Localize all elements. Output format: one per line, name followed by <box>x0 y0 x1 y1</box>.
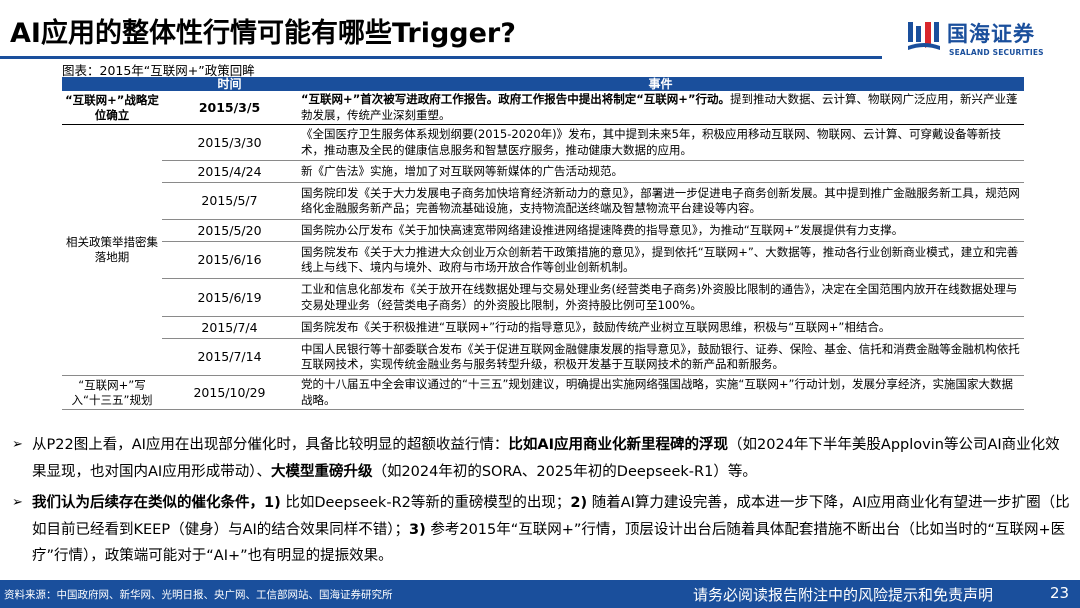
event-cell: 新《广告法》实施，增加了对互联网等新媒体的广告活动规范。 <box>297 160 1024 183</box>
category-cell: “互联网+”写入“十三五”规划 <box>62 375 162 410</box>
policy-table: 时间 事件 “互联网+”战略定位确立 2015/3/5 “互联网+”首次被写进政… <box>62 77 1024 410</box>
date-cell: 2015/5/7 <box>162 182 297 220</box>
page-title: AI应用的整体性行情可能有哪些Trigger? <box>10 18 516 49</box>
table-row: “互联网+”写入“十三五”规划 2015/10/29 党的十八届五中全会审议通过… <box>62 375 1024 410</box>
bullet-item: ➢ 从P22图上看，AI应用在出现部分催化时，具备比较明显的超额收益行情：比如A… <box>12 432 1072 485</box>
bullet-text: （如2024年初的SORA、2025年初的Deepseek-R1）等。 <box>372 463 757 480</box>
logo-text-cn: 国海证券 <box>947 22 1035 46</box>
bullet-arrow-icon: ➢ <box>12 495 23 510</box>
header-rule <box>0 56 882 59</box>
bullet-bold-text: 比如AI应用商业化新里程碑的浮现 <box>508 437 729 453</box>
event-cell: 党的十八届五中全会审议通过的“十三五”规划建议，明确提出实施网络强国战略，实施“… <box>297 375 1024 410</box>
event-cell: 国务院办公厅发布《关于加快高速宽带网络建设推进网络提速降费的指导意见》，为推动“… <box>297 219 1024 242</box>
date-cell: 2015/10/29 <box>162 375 297 410</box>
header-cell-event: 事件 <box>297 77 1024 91</box>
table-header-row: 时间 事件 <box>62 77 1024 91</box>
date-cell: 2015/7/14 <box>162 338 297 376</box>
table-row: 2015/7/14 中国人民银行等十部委联合发布《关于促进互联网金融健康发展的指… <box>62 338 1024 376</box>
bullet-bold-text: 3) <box>409 521 426 538</box>
sealand-logo-icon <box>908 22 940 50</box>
header-cell-empty <box>62 77 162 91</box>
brand-logo: 国海证券 SEALAND SECURITIES <box>906 18 1066 62</box>
event-cell: “互联网+”首次被写进政府工作报告。政府工作报告中提出将制定“互联网+”行动。提… <box>297 91 1024 125</box>
date-cell: 2015/6/16 <box>162 241 297 279</box>
table-row: “互联网+”战略定位确立 2015/3/5 “互联网+”首次被写进政府工作报告。… <box>62 91 1024 125</box>
event-cell: 中国人民银行等十部委联合发布《关于促进互联网金融健康发展的指导意见》，鼓励银行、… <box>297 338 1024 376</box>
bullet-item: ➢ 我们认为后续存在类似的催化条件，1) 比如Deepseek-R2等新的重磅模… <box>12 490 1072 570</box>
bullet-text: 比如Deepseek-R2等新的重磅模型的出现； <box>280 495 571 511</box>
bullet-list: ➢ 从P22图上看，AI应用在出现部分催化时，具备比较明显的超额收益行情：比如A… <box>12 432 1072 570</box>
date-cell: 2015/3/5 <box>162 91 297 125</box>
bullet-bold-text: 2) <box>570 495 588 511</box>
bullet-arrow-icon: ➢ <box>12 437 23 452</box>
table-row: 2015/6/19 工业和信息化部发布《关于放开在线数据处理与交易处理业务(经营… <box>62 278 1024 317</box>
event-cell: 国务院发布《关于积极推进“互联网+”行动的指导意见》，鼓励传统产业树立互联网思维… <box>297 316 1024 339</box>
bullet-text: 从P22图上看，AI应用在出现部分催化时，具备比较明显的超额收益行情： <box>32 437 509 453</box>
category-cell: “互联网+”战略定位确立 <box>62 91 162 125</box>
event-cell: 国务院发布《关于大力推进大众创业万众创新若干政策措施的意见》，提到依托“互联网+… <box>297 241 1024 279</box>
page-number: 23 <box>1050 584 1070 602</box>
bullet-bold-text: 大模型重磅升级 <box>270 463 373 480</box>
event-cell: 《全国医疗卫生服务体系规划纲要(2015-2020年)》发布，其中提到未来5年，… <box>297 124 1024 161</box>
header-cell-time: 时间 <box>162 77 297 91</box>
date-cell: 2015/3/30 <box>162 124 297 161</box>
category-cell: 相关政策举措密集落地期 <box>62 124 162 376</box>
event-cell: 国务院印发《关于大力发展电子商务加快培育经济新动力的意见》，部署进一步促进电子商… <box>297 182 1024 220</box>
event-cell: 工业和信息化部发布《关于放开在线数据处理与交易处理业务(经营类电子商务)外资股比… <box>297 278 1024 317</box>
logo-text-en: SEALAND SECURITIES <box>949 48 1044 57</box>
footer-bar: 资料来源：中国政府网、新华网、光明日报、央广网、工信部网站、国海证券研究所 请务… <box>0 580 1080 608</box>
date-cell: 2015/5/20 <box>162 219 297 242</box>
date-cell: 2015/6/19 <box>162 278 297 317</box>
footer-source: 资料来源：中国政府网、新华网、光明日报、央广网、工信部网站、国海证券研究所 <box>4 589 393 601</box>
table-row: 2015/6/16 国务院发布《关于大力推进大众创业万众创新若干政策措施的意见》… <box>62 241 1024 279</box>
table-row: 2015/4/24 新《广告法》实施，增加了对互联网等新媒体的广告活动规范。 <box>62 160 1024 183</box>
table-row: 2015/5/7 国务院印发《关于大力发展电子商务加快培育经济新动力的意见》，部… <box>62 182 1024 220</box>
event-bold-text: “互联网+”首次被写进政府工作报告。政府工作报告中提出将制定“互联网+”行动。 <box>301 92 730 106</box>
table-row: 2015/5/20 国务院办公厅发布《关于加快高速宽带网络建设推进网络提速降费的… <box>62 219 1024 242</box>
footer-disclaimer: 请务必阅读报告附注中的风险提示和免责声明 <box>693 586 994 604</box>
table-row: 相关政策举措密集落地期 2015/3/30 《全国医疗卫生服务体系规划纲要(20… <box>62 124 1024 376</box>
date-cell: 2015/4/24 <box>162 160 297 183</box>
table-row: 2015/7/4 国务院发布《关于积极推进“互联网+”行动的指导意见》，鼓励传统… <box>62 316 1024 339</box>
bullet-bold-text: 我们认为后续存在类似的催化条件，1) <box>32 495 281 511</box>
date-cell: 2015/7/4 <box>162 316 297 339</box>
